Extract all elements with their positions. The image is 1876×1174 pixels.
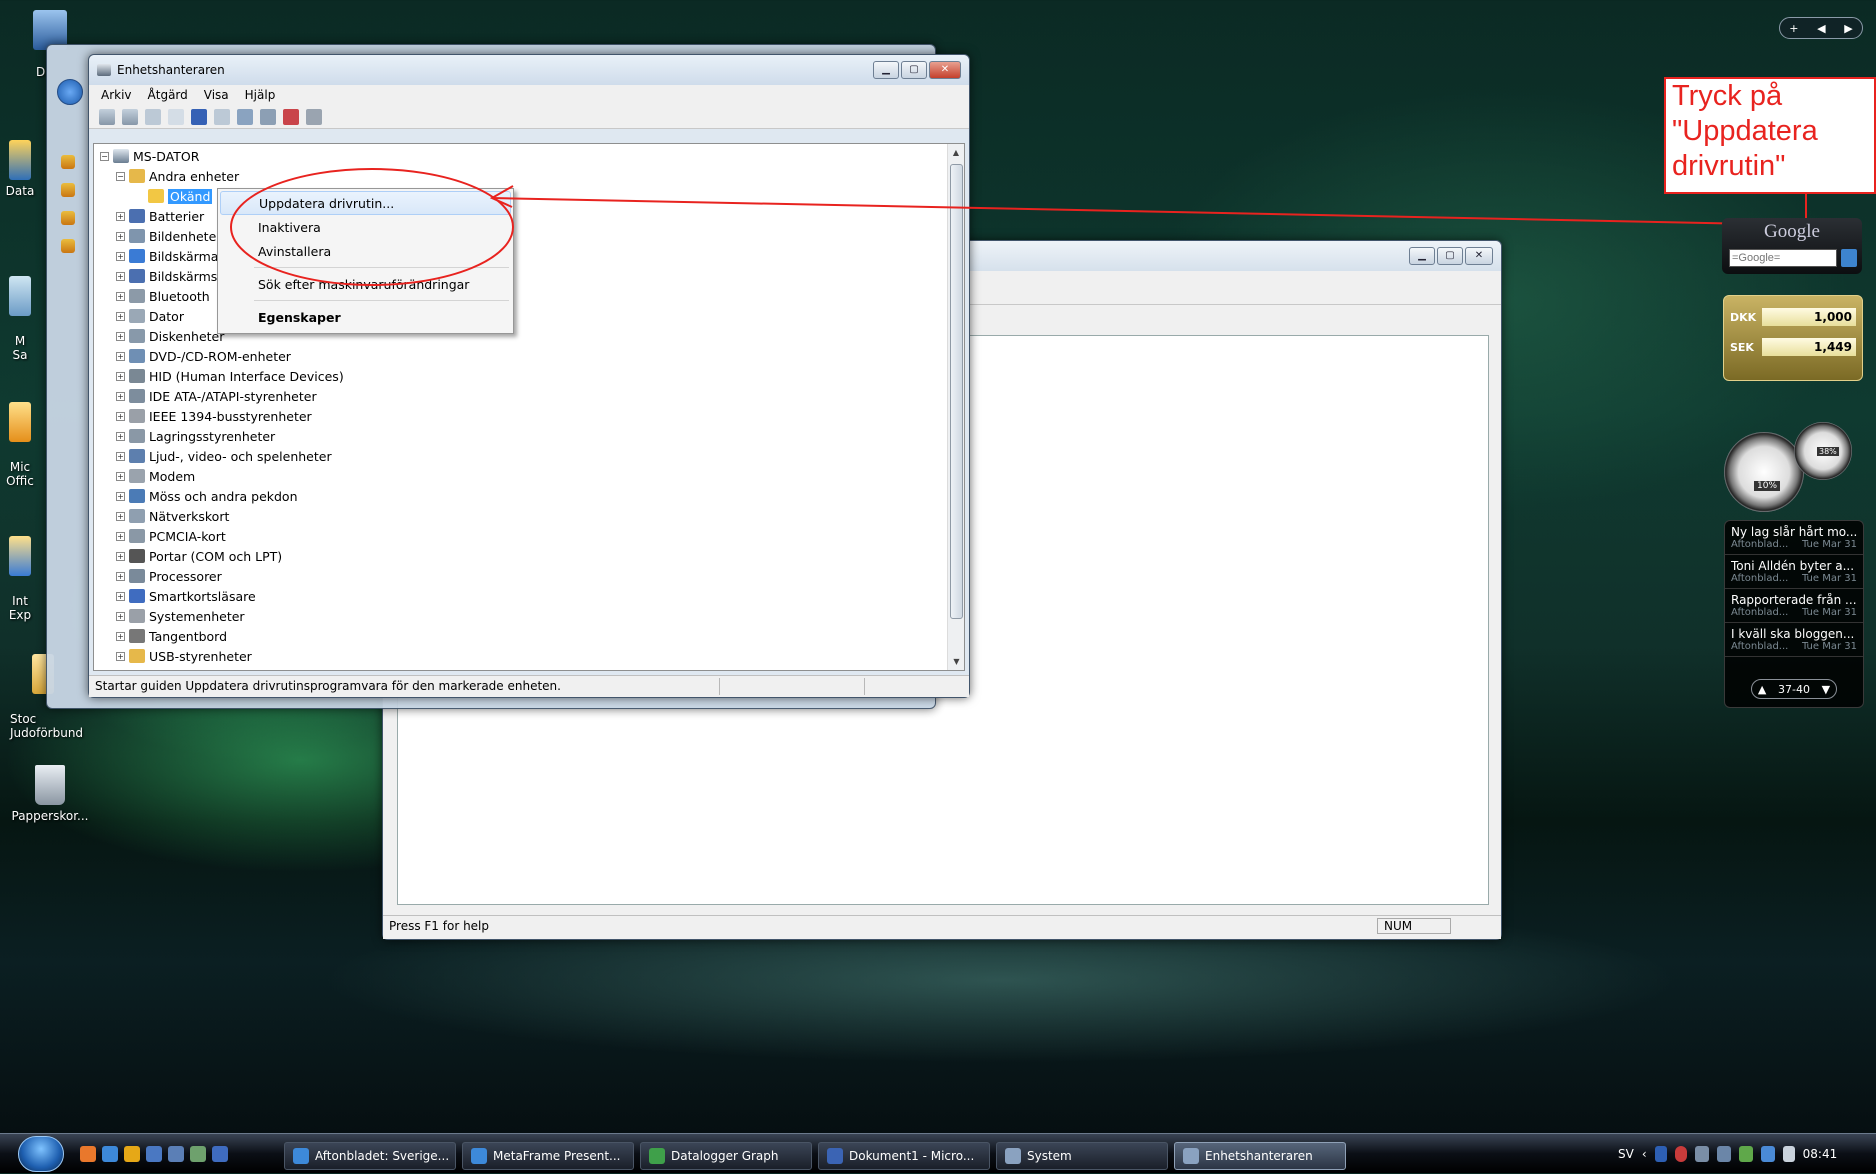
news-title: Rapporterade från ... [1731,593,1857,607]
system-tray: SV ‹ 08:41 [1606,1134,1876,1174]
internet-explorer-icon [293,1148,309,1164]
annotation-callout: Tryck på "Uppdatera drivrutin" [1664,77,1876,194]
google-search-gadget: Google [1722,218,1862,274]
start-button[interactable] [18,1136,64,1172]
internet-explorer-icon [471,1148,487,1164]
bluetooth-icon[interactable] [1654,1146,1667,1162]
currency-value[interactable]: 1,000 [1762,308,1856,326]
search-input[interactable] [1729,249,1837,267]
next-icon[interactable]: ▶ [1844,22,1852,35]
news-item[interactable]: Ny lag slår hårt mo... Aftonblad... Tue Ma… [1725,521,1863,555]
annotation-arrow-line [491,194,1807,227]
currency-gadget: DKK 1,000 SEK 1,449 [1723,295,1863,381]
news-pager[interactable]: ▲ 37-40 ▼ [1751,679,1837,699]
cpu-gauge [1724,432,1804,512]
news-date: Tue Mar 31 [1801,607,1857,618]
news-meta: Aftonblad... Tue Mar 31 [1731,641,1857,652]
news-list: Ny lag slår hårt mo... Aftonblad... Tue Ma… [1725,521,1863,657]
highlight-ellipse [230,168,514,286]
news-title: I kväll ska bloggen... [1731,627,1855,641]
taskbar-item-label: Datalogger Graph [671,1149,779,1163]
system-icon [1005,1148,1021,1164]
news-title: Ny lag slår hårt mo... [1731,525,1857,539]
taskbar-item-aftonbladet[interactable]: Aftonbladet: Sverige... [284,1142,456,1170]
news-meta: Aftonblad... Tue Mar 31 [1731,607,1857,618]
power-icon[interactable] [1738,1146,1753,1162]
sidebar-add-button[interactable]: + ◀ ▶ [1779,17,1863,39]
network-icon[interactable] [1694,1146,1709,1162]
network-status-icon[interactable] [1760,1146,1775,1162]
currency-row: SEK 1,449 [1730,336,1856,358]
taskbar-item-label: MetaFrame Present... [493,1149,621,1163]
taskbar-item-label: System [1027,1149,1072,1163]
volume-icon[interactable] [1782,1146,1795,1162]
news-gadget: Ny lag slår hårt mo... Aftonblad... Tue Ma… [1724,520,1864,708]
news-item[interactable]: Toni Alldén byter a... Aftonblad... Tue Ma… [1725,555,1863,589]
taskbar-item-label: Dokument1 - Micro... [849,1149,975,1163]
callout-text: Tryck på "Uppdatera drivrutin" [1672,80,1818,182]
news-meta: Aftonblad... Tue Mar 31 [1731,539,1857,550]
language-indicator[interactable]: SV [1618,1147,1634,1161]
app-icon[interactable] [190,1146,206,1162]
currency-value[interactable]: 1,449 [1762,338,1856,356]
pager-range: 37-40 [1778,682,1810,696]
currency-code[interactable]: SEK [1730,341,1762,354]
memory-value: 38% [1817,447,1839,456]
news-date: Tue Mar 31 [1801,573,1857,584]
news-item[interactable]: Rapporterade från ... Aftonblad... Tue Mar… [1725,589,1863,623]
news-source: Aftonblad... [1731,607,1789,618]
security-alert-icon[interactable] [1674,1146,1687,1162]
taskbar: Aftonbladet: Sverige... MetaFrame Presen… [0,1133,1876,1173]
taskbar-item-word[interactable]: Dokument1 - Micro... [818,1142,990,1170]
prev-icon[interactable]: ◀ [1817,22,1825,35]
news-item[interactable]: I kväll ska bloggen... Aftonblad... Tue Ma… [1725,623,1863,657]
app-icon[interactable] [212,1146,228,1162]
display-icon[interactable] [1716,1146,1731,1162]
taskbar-item-system[interactable]: System [996,1142,1168,1170]
graph-icon [649,1148,665,1164]
currency-code[interactable]: DKK [1730,311,1762,324]
taskbar-item-device-manager[interactable]: Enhetshanteraren [1174,1142,1346,1170]
switch-windows-icon[interactable] [168,1146,184,1162]
annotation-overlay [230,168,1807,286]
search-icon[interactable] [1841,249,1857,267]
news-date: Tue Mar 31 [1801,641,1857,652]
tray-expand-icon[interactable]: ‹ [1642,1147,1647,1161]
add-gadget-icon[interactable]: + [1789,22,1798,35]
cpu-meter-gadget: 10% 38% [1722,422,1862,512]
quick-launch [80,1146,228,1162]
word-icon [827,1148,843,1164]
google-logo: Google [1764,221,1820,242]
news-source: Aftonblad... [1731,573,1789,584]
media-icon[interactable] [124,1146,140,1162]
taskbar-item-label: Aftonbladet: Sverige... [315,1149,450,1163]
currency-row: DKK 1,000 [1730,306,1856,328]
news-title: Toni Alldén byter a... [1731,559,1855,573]
internet-explorer-icon[interactable] [102,1146,118,1162]
clock[interactable]: 08:41 [1803,1147,1838,1161]
news-meta: Aftonblad... Tue Mar 31 [1731,573,1857,584]
taskbar-item-label: Enhetshanteraren [1205,1149,1313,1163]
taskbar-item-datalogger[interactable]: Datalogger Graph [640,1142,812,1170]
device-manager-icon [1183,1148,1199,1164]
show-desktop-icon[interactable] [146,1146,162,1162]
news-source: Aftonblad... [1731,641,1789,652]
news-date: Tue Mar 31 [1801,539,1857,550]
news-source: Aftonblad... [1731,539,1789,550]
pager-down-icon[interactable]: ▼ [1822,683,1830,696]
taskbar-item-metaframe[interactable]: MetaFrame Present... [462,1142,634,1170]
firefox-icon[interactable] [80,1146,96,1162]
pager-up-icon[interactable]: ▲ [1758,683,1766,696]
cpu-value: 10% [1754,481,1781,491]
